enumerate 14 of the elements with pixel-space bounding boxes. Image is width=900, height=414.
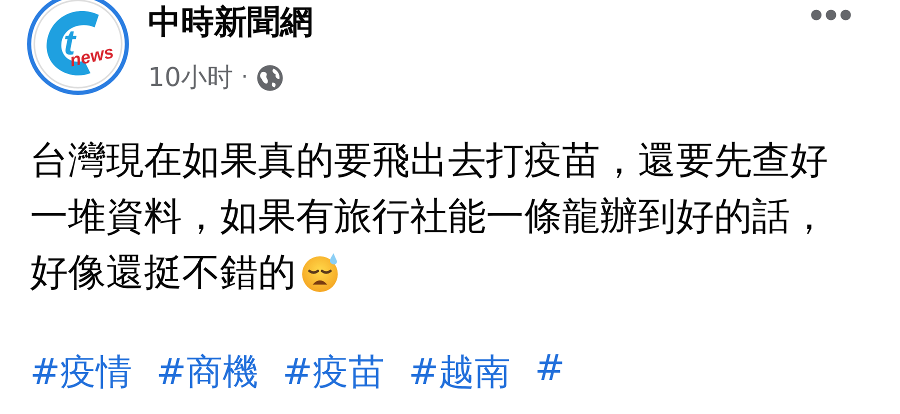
post-text: 台灣現在如果真的要飛出去打疫苗，還要先查好: [30, 137, 828, 184]
avatar-logo[interactable]: t news: [26, 0, 130, 96]
globe-icon: [256, 64, 284, 92]
hashtag-link[interactable]: #疫苗: [282, 348, 385, 397]
post-text: 好像還挺不錯的: [30, 249, 296, 296]
post-text: 一堆資料，如果有旅行社能一條龍辦到好的話，: [30, 193, 828, 240]
hashtag-link[interactable]: #商機: [156, 348, 258, 397]
separator-dot: ·: [241, 65, 248, 90]
hashtag-link[interactable]: #: [534, 348, 565, 397]
post-time[interactable]: 10小时: [148, 60, 234, 95]
hashtag-link[interactable]: #疫情: [30, 348, 132, 397]
hashtag-link[interactable]: #越南: [408, 348, 511, 397]
more-options-icon[interactable]: [810, 8, 852, 22]
author-name[interactable]: 中時新聞網: [148, 2, 810, 42]
